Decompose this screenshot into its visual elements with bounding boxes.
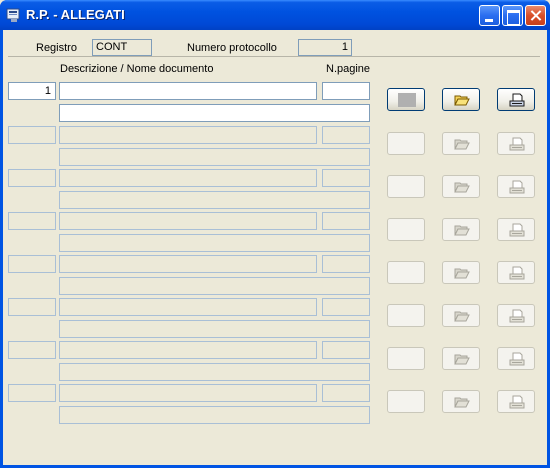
row-number-field [8,384,56,402]
print-document-button[interactable] [497,304,535,327]
print-document-button[interactable] [497,88,535,111]
npagine-field [322,298,370,316]
divider [8,56,540,57]
print-document-button[interactable] [497,261,535,284]
open-folder-button[interactable] [442,88,480,111]
print-document-icon [509,395,525,409]
print-document-icon [509,93,525,107]
open-folder-button[interactable] [442,347,480,370]
title-bar[interactable]: R.P. - ALLEGATI [0,0,550,30]
row-number-field [8,341,56,359]
open-folder-button[interactable] [442,390,480,413]
col-descrizione-header: Descrizione / Nome documento [60,63,214,75]
open-folder-icon [454,311,470,322]
registro-field: CONT [92,39,152,56]
npagine-field [322,169,370,187]
descrizione-field [59,212,317,230]
nome-documento-field [59,148,370,166]
npagine-field[interactable] [322,82,370,100]
descrizione-field [59,298,317,316]
registro-label: Registro [36,42,77,54]
npagine-field [322,126,370,144]
open-folder-icon [454,182,470,193]
nome-documento-field [59,363,370,381]
print-document-button[interactable] [497,132,535,155]
descrizione-field[interactable] [59,82,317,100]
print-document-button[interactable] [497,218,535,241]
open-folder-icon [454,268,470,279]
open-folder-icon [454,139,470,150]
row-number-field [8,169,56,187]
descrizione-field [59,126,317,144]
print-document-icon [509,352,525,366]
window-title: R.P. - ALLEGATI [26,7,125,22]
nome-documento-field[interactable] [59,104,370,122]
npagine-field [322,212,370,230]
app-icon [6,8,20,22]
descrizione-field [59,341,317,359]
open-folder-icon [454,95,470,106]
open-folder-icon [454,354,470,365]
square-button[interactable] [387,304,425,327]
protocollo-field: 1 [298,39,352,56]
nome-documento-field [59,320,370,338]
open-folder-icon [454,225,470,236]
maximize-button[interactable] [502,5,523,26]
nome-documento-field [59,234,370,252]
nome-documento-field [59,191,370,209]
print-document-button[interactable] [497,390,535,413]
close-button[interactable] [525,5,546,26]
print-document-button[interactable] [497,347,535,370]
protocollo-label: Numero protocollo [187,42,277,54]
row-number-field [8,255,56,273]
print-document-button[interactable] [497,175,535,198]
npagine-field [322,255,370,273]
square-button[interactable] [387,132,425,155]
nome-documento-field [59,406,370,424]
window: R.P. - ALLEGATI Registro CONT Numero pro… [0,0,550,468]
open-folder-icon [454,397,470,408]
square-button[interactable] [387,390,425,413]
print-document-icon [509,180,525,194]
print-document-icon [509,137,525,151]
descrizione-field [59,255,317,273]
nome-documento-field [59,277,370,295]
row-number-field [8,212,56,230]
row-number-field [8,126,56,144]
npagine-field [322,341,370,359]
client-area: Registro CONT Numero protocollo 1 Descri… [3,30,547,465]
open-folder-button[interactable] [442,175,480,198]
square-button[interactable] [387,88,425,111]
row-number-field[interactable]: 1 [8,82,56,100]
square-button[interactable] [387,175,425,198]
open-folder-button[interactable] [442,304,480,327]
open-folder-button[interactable] [442,132,480,155]
square-button[interactable] [387,218,425,241]
descrizione-field [59,384,317,402]
minimize-button[interactable] [479,5,500,26]
col-npagine-header: N.pagine [326,63,371,75]
npagine-field [322,384,370,402]
open-folder-button[interactable] [442,218,480,241]
print-document-icon [509,266,525,280]
open-folder-button[interactable] [442,261,480,284]
print-document-icon [509,309,525,323]
square-icon [398,93,416,107]
print-document-icon [509,223,525,237]
descrizione-field [59,169,317,187]
square-button[interactable] [387,347,425,370]
row-number-field [8,298,56,316]
square-button[interactable] [387,261,425,284]
